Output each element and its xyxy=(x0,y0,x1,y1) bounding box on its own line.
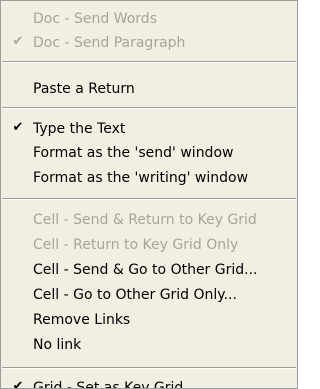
menu-item-doc-send-words: Doc - Send Words xyxy=(1,8,297,30)
checkmark-icon: ✔ xyxy=(12,34,24,49)
menu-separator xyxy=(2,367,296,369)
menu-item-format-as-writing-window[interactable]: Format as the 'writing' window xyxy=(1,167,297,189)
menu-item-label: Doc - Send Words xyxy=(33,11,157,27)
menu-item-doc-send-paragraph: ✔ Doc - Send Paragraph xyxy=(1,32,297,54)
menu-item-grid-set-as-key-grid[interactable]: ✔ Grid - Set as Key Grid xyxy=(1,377,297,389)
menu-item-format-as-send-window[interactable]: Format as the 'send' window xyxy=(1,142,297,164)
menu-item-label: No link xyxy=(33,337,82,353)
menu-item-paste-a-return[interactable]: Paste a Return xyxy=(1,78,297,100)
menu-separator xyxy=(2,61,296,63)
menu-item-cell-go-other-grid-only[interactable]: Cell - Go to Other Grid Only... xyxy=(1,284,297,306)
menu-item-label: Cell - Return to Key Grid Only xyxy=(33,237,239,253)
menu-item-type-the-text[interactable]: ✔ Type the Text xyxy=(1,118,297,140)
menu-item-label: Paste a Return xyxy=(33,81,135,97)
menu-item-label: Type the Text xyxy=(33,121,126,137)
menu-item-no-link[interactable]: No link xyxy=(1,334,297,356)
checkmark-icon: ✔ xyxy=(12,379,24,389)
menu-item-cell-send-go-other-grid[interactable]: Cell - Send & Go to Other Grid... xyxy=(1,259,297,281)
menu-item-remove-links[interactable]: Remove Links xyxy=(1,309,297,331)
menu-item-cell-send-return-key-grid: Cell - Send & Return to Key Grid xyxy=(1,209,297,231)
menu-separator xyxy=(2,107,296,109)
menu-separator xyxy=(2,198,296,200)
menu-item-label: Cell - Go to Other Grid Only... xyxy=(33,287,237,303)
checkmark-icon: ✔ xyxy=(12,120,24,135)
context-menu: Doc - Send Words ✔ Doc - Send Paragraph … xyxy=(0,0,298,389)
menu-item-label: Cell - Send & Return to Key Grid xyxy=(33,212,257,228)
menu-item-label: Doc - Send Paragraph xyxy=(33,35,186,51)
menu-item-label: Cell - Send & Go to Other Grid... xyxy=(33,262,258,278)
menu-item-label: Remove Links xyxy=(33,312,131,328)
menu-item-label: Format as the 'send' window xyxy=(33,145,234,161)
menu-item-label: Grid - Set as Key Grid xyxy=(33,380,184,389)
menu-item-label: Format as the 'writing' window xyxy=(33,170,249,186)
menu-item-cell-return-key-grid-only: Cell - Return to Key Grid Only xyxy=(1,234,297,256)
